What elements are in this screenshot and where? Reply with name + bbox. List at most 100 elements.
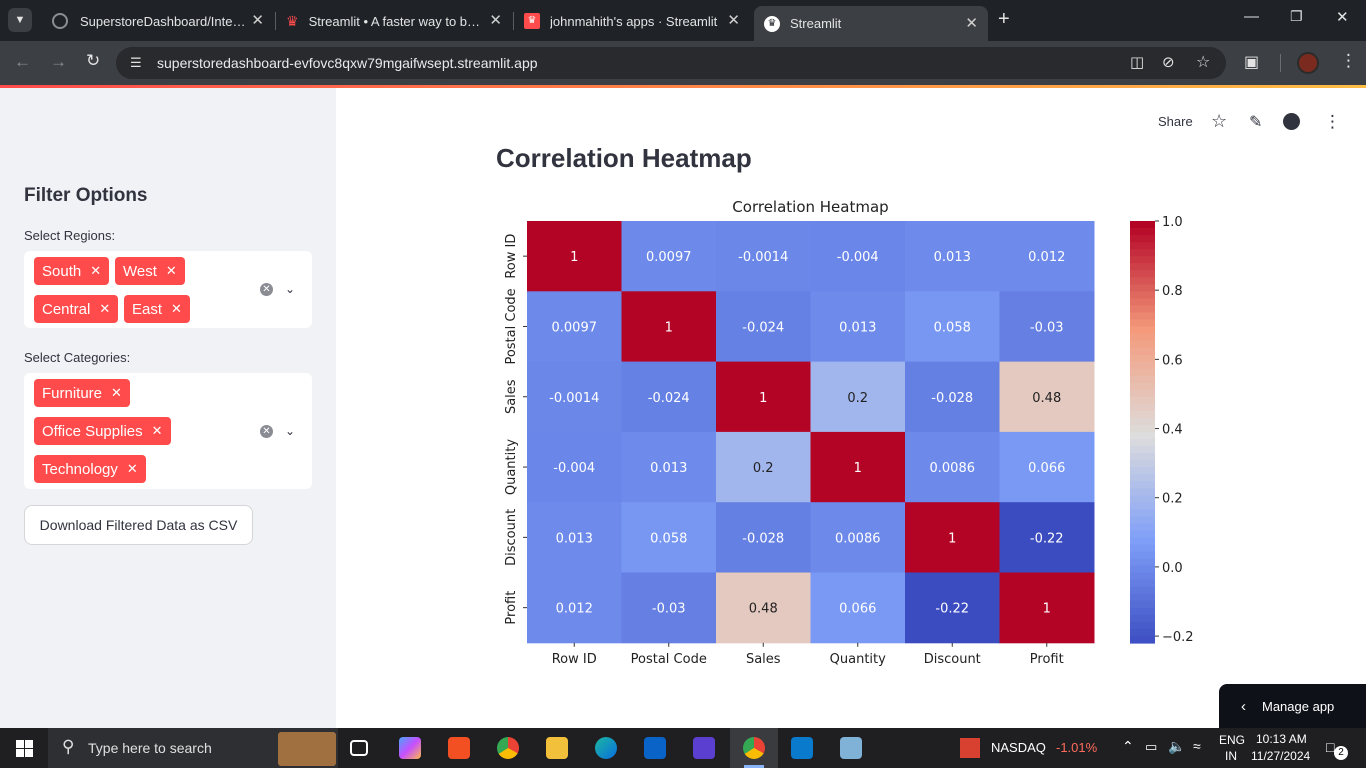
remove-chip-icon[interactable]: ✕ — [127, 461, 138, 477]
clear-all-icon[interactable]: ✕ — [260, 425, 273, 438]
correlation-heatmap: Correlation Heatmap 1 0.0097 -0.0014 -0.004 0… — [504, 198, 1194, 667]
y-tick-label: Profit — [504, 591, 519, 625]
browser-tab-streamlit-active[interactable]: ♛ Streamlit ✕ — [754, 6, 988, 41]
file-explorer-icon[interactable] — [546, 737, 568, 759]
visual-studio-icon[interactable] — [693, 737, 715, 759]
address-bar[interactable]: ☰ superstoredashboard-evfovc8qxw79mgaifw… — [116, 47, 1226, 79]
chrome-menu-icon[interactable]: ⋮ — [1340, 51, 1357, 71]
outlook-icon[interactable] — [644, 737, 666, 759]
ticker-name[interactable]: NASDAQ — [991, 740, 1046, 755]
chip-label: Technology — [42, 460, 118, 478]
colorbar-segment — [1130, 354, 1155, 363]
windows-start-icon[interactable] — [16, 740, 33, 757]
notification-count: 2 — [1334, 746, 1348, 760]
back-icon[interactable]: ← — [14, 52, 31, 72]
chrome-icon[interactable] — [497, 737, 519, 759]
colorbar-segment — [1130, 558, 1155, 567]
edit-pencil-icon[interactable]: ✎ — [1249, 112, 1262, 132]
cell-annotation: 0.058 — [934, 320, 971, 335]
microsoft-store-icon[interactable] — [448, 737, 470, 759]
close-icon[interactable]: ✕ — [727, 11, 740, 29]
chevron-up-icon[interactable]: ⌃ — [1122, 738, 1134, 755]
minimize-icon[interactable]: — — [1244, 8, 1259, 25]
browser-toolbar: ← → ↻ ☰ superstoredashboard-evfovc8qxw79… — [0, 41, 1366, 85]
vscode-icon[interactable] — [791, 737, 813, 759]
github-icon[interactable] — [1283, 113, 1300, 130]
browser-tab-johnmahith-apps[interactable]: ♛ johnmahith's apps · Streamlit ✕ — [514, 6, 750, 36]
download-csv-button[interactable]: Download Filtered Data as CSV — [24, 505, 253, 545]
region-chip[interactable]: West ✕ — [115, 257, 185, 285]
clock-time[interactable]: 10:13 AM — [1256, 732, 1307, 746]
copilot-icon[interactable] — [399, 737, 421, 759]
chevron-down-icon[interactable]: ⌄ — [285, 282, 295, 296]
colorbar-segment — [1130, 635, 1155, 644]
network-icon[interactable]: ≈ — [1193, 738, 1201, 754]
restore-icon[interactable]: ❐ — [1290, 8, 1303, 25]
category-chip[interactable]: Furniture ✕ — [34, 379, 130, 407]
clear-all-icon[interactable]: ✕ — [260, 283, 273, 296]
more-vert-icon[interactable]: ⋮ — [1324, 112, 1341, 132]
colorbar-segment — [1130, 530, 1155, 539]
taskbar-search-box[interactable]: ⚲ Type here to search — [48, 728, 338, 768]
battery-icon[interactable]: ▭ — [1145, 739, 1157, 755]
cell-annotation: -0.03 — [652, 602, 686, 617]
eye-off-icon[interactable]: ⊘ — [1162, 53, 1175, 71]
colorbar-segment — [1130, 375, 1155, 384]
regions-multiselect[interactable]: South ✕ West ✕ Central ✕ East ✕ ✕ ⌄ — [24, 251, 312, 328]
site-info-icon[interactable]: ☰ — [130, 55, 142, 71]
close-icon[interactable]: ✕ — [489, 11, 502, 29]
forward-icon[interactable]: → — [50, 52, 67, 72]
manage-app-label: Manage app — [1262, 698, 1335, 714]
close-icon[interactable]: ✕ — [251, 11, 264, 29]
close-icon[interactable]: ✕ — [965, 14, 978, 32]
cell-annotation: -0.0014 — [738, 250, 788, 265]
tab-title: johnmahith's apps · Streamlit — [550, 13, 718, 29]
colorbar-segment — [1130, 389, 1155, 398]
language-bottom[interactable]: IN — [1225, 749, 1237, 763]
window-close-icon[interactable]: ✕ — [1336, 8, 1349, 26]
remove-chip-icon[interactable]: ✕ — [90, 263, 101, 279]
region-chip[interactable]: Central ✕ — [34, 295, 119, 323]
cell-annotation: 1 — [1043, 602, 1051, 617]
category-chip[interactable]: Office Supplies ✕ — [34, 417, 171, 445]
y-tick-label: Discount — [504, 509, 519, 566]
remove-chip-icon[interactable]: ✕ — [99, 301, 110, 317]
colorbar-segment — [1130, 509, 1155, 517]
remove-chip-icon[interactable]: ✕ — [171, 301, 182, 317]
chip-label: East — [132, 300, 163, 318]
remove-chip-icon[interactable]: ✕ — [166, 263, 177, 279]
profile-avatar[interactable] — [1297, 52, 1319, 74]
volume-icon[interactable]: 🔈 — [1168, 738, 1185, 755]
remove-chip-icon[interactable]: ✕ — [111, 385, 122, 401]
region-chip[interactable]: East ✕ — [124, 295, 190, 323]
clock-date[interactable]: 11/27/2024 — [1251, 749, 1310, 763]
language-top[interactable]: ENG — [1219, 733, 1245, 747]
region-chip[interactable]: South ✕ — [34, 257, 110, 285]
bookmark-star-icon[interactable]: ☆ — [1196, 52, 1210, 72]
new-tab-plus-icon[interactable]: + — [998, 8, 1010, 31]
x-tick-label: Sales — [746, 652, 781, 667]
chrome-active-icon[interactable] — [743, 737, 765, 759]
url-text[interactable]: superstoredashboard-evfovc8qxw79mgaifwse… — [157, 55, 538, 71]
category-chip[interactable]: Technology ✕ — [34, 455, 146, 483]
browser-tab-github[interactable]: SuperstoreDashboard/Interactiv ✕ — [42, 6, 274, 36]
manage-app-button[interactable]: ‹ Manage app — [1219, 684, 1366, 728]
notepad-icon[interactable] — [840, 737, 862, 759]
edge-icon[interactable] — [595, 737, 617, 759]
extensions-icon[interactable]: ▣ — [1244, 52, 1259, 72]
share-button[interactable]: Share — [1158, 114, 1193, 129]
install-app-icon[interactable]: ◫ — [1130, 53, 1144, 71]
colorbar-segment — [1130, 614, 1155, 623]
cell-annotation: -0.024 — [742, 320, 784, 335]
browser-tab-streamlit-home[interactable]: ♛ Streamlit • A faster way to build ✕ — [276, 6, 512, 36]
remove-chip-icon[interactable]: ✕ — [152, 423, 163, 439]
star-icon[interactable]: ☆ — [1211, 111, 1227, 132]
colorbar-segment — [1130, 298, 1155, 306]
tab-search-button[interactable]: ▼ — [8, 8, 32, 32]
task-view-icon[interactable] — [350, 740, 368, 756]
colorbar-segment — [1130, 488, 1155, 496]
sidebar-title: Filter Options — [24, 185, 148, 206]
reload-icon[interactable]: ↻ — [86, 51, 100, 71]
chevron-down-icon[interactable]: ⌄ — [285, 424, 295, 438]
categories-multiselect[interactable]: Furniture ✕ Office Supplies ✕ Technology ✕ … — [24, 373, 312, 489]
